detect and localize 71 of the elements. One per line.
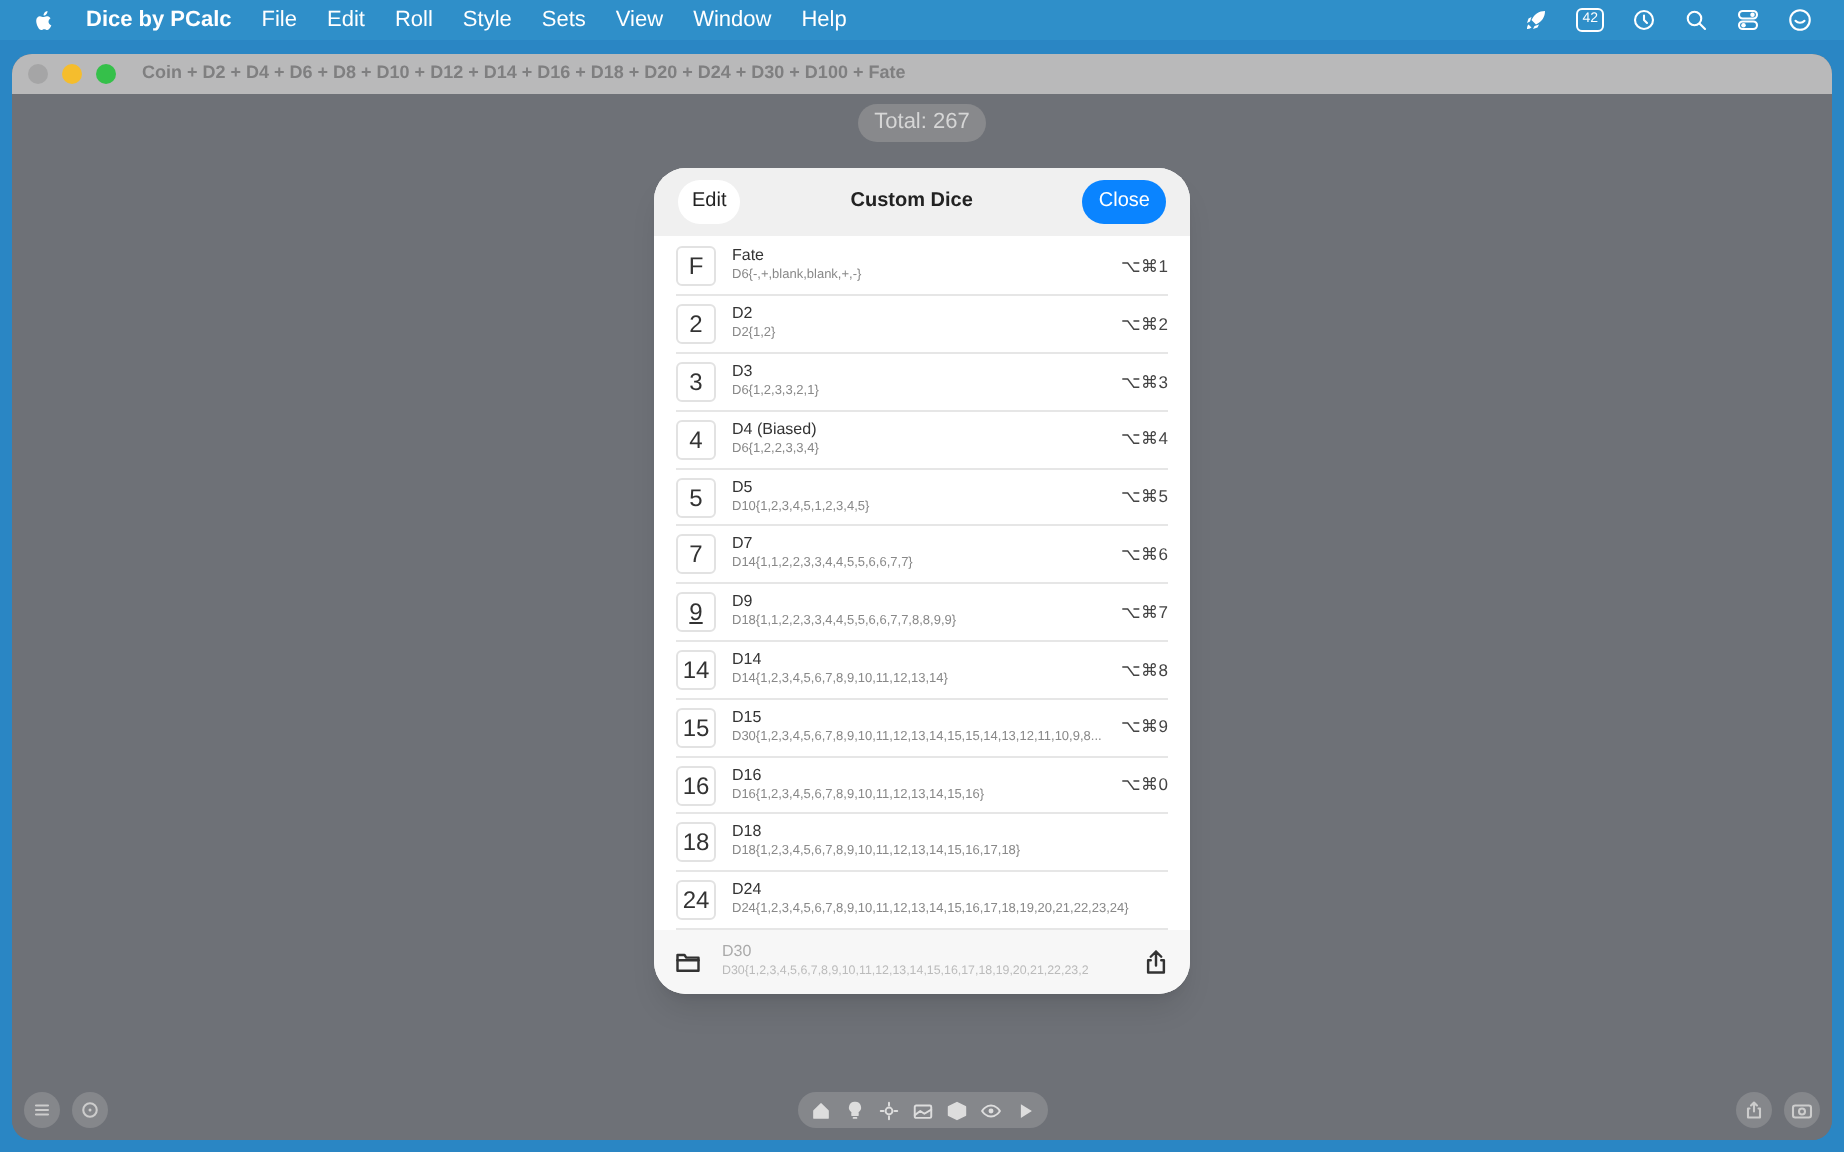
share-icon[interactable] — [1142, 948, 1170, 977]
dice-name: D3 — [732, 361, 755, 382]
dice-name: D9 — [732, 592, 755, 613]
dice-symbol: F — [676, 246, 716, 287]
bulb-icon[interactable] — [843, 1099, 865, 1121]
dice-symbol: 9 — [676, 592, 716, 633]
dice-symbol: 18 — [676, 822, 716, 863]
eye-icon[interactable] — [979, 1099, 1001, 1121]
dice-name: D30 — [722, 942, 754, 963]
window-title: Coin + D2 + D4 + D6 + D8 + D10 + D12 + D14 + D16 + D18 + D20 + D24 + D30 + D100 + Fate — [142, 60, 906, 87]
dice-symbol: 15 — [676, 707, 716, 748]
menu-item[interactable]: View — [615, 3, 664, 37]
dice-name: D7 — [732, 534, 755, 555]
sheet-title: Custom Dice — [850, 188, 973, 216]
dice-symbol: 24 — [676, 880, 716, 921]
menu-item[interactable]: Style — [462, 3, 512, 37]
dice-name: D24 — [732, 880, 764, 901]
menu-item[interactable]: Window — [693, 3, 772, 37]
sliders-icon — [30, 1098, 54, 1122]
shortcut-label: ⌥⌘0 — [1120, 772, 1168, 798]
shortcut-label: ⌥⌘8 — [1120, 657, 1168, 683]
dice-symbol: 3 — [676, 361, 716, 402]
share-icon — [1742, 1098, 1766, 1122]
app-name-menu[interactable]: Dice by PCalc — [86, 3, 232, 37]
shortcut-label: ⌥⌘2 — [1120, 311, 1168, 338]
dice-name: D16 — [732, 765, 764, 786]
dice-symbol: 5 — [676, 477, 716, 518]
sun-icon[interactable] — [877, 1099, 899, 1121]
camera-button[interactable] — [1784, 1092, 1820, 1128]
shortcut-label: ⌥⌘9 — [1120, 714, 1168, 741]
dice-name: D15 — [732, 707, 764, 728]
dice-name: D2 — [732, 304, 755, 325]
dice-symbol: 4 — [676, 419, 716, 460]
search-icon[interactable] — [1684, 8, 1708, 32]
dice-symbol: 2 — [676, 304, 716, 345]
smile-circle-icon[interactable] — [1788, 8, 1812, 32]
shortcut-label: ⌥⌘1 — [1120, 254, 1168, 280]
dice-symbol: 7 — [676, 534, 716, 575]
menu-item[interactable]: Sets — [541, 3, 586, 37]
dice-name: D18 — [732, 822, 764, 843]
menu-item[interactable]: Help — [801, 3, 847, 37]
total-label: Total: 267 — [858, 104, 986, 141]
shortcut-label: ⌥⌘7 — [1120, 599, 1168, 626]
menu-item[interactable]: File — [261, 3, 297, 37]
shortcut-label: ⌥⌘6 — [1120, 542, 1168, 568]
dice-symbol: 14 — [676, 649, 716, 690]
dice-name: D4 (Biased) — [732, 419, 819, 440]
menu-item[interactable]: Edit — [327, 3, 365, 37]
clock-icon[interactable] — [1632, 8, 1656, 32]
dice-button[interactable] — [72, 1092, 108, 1128]
folder-icon[interactable] — [674, 948, 702, 977]
shortcut-label: ⌥⌘5 — [1120, 484, 1168, 510]
home-icon[interactable] — [809, 1099, 831, 1121]
control-center-icon[interactable] — [1736, 8, 1760, 32]
rocket-icon[interactable] — [1524, 8, 1549, 32]
sliders-button[interactable] — [24, 1092, 60, 1128]
dice-name: D5 — [732, 477, 755, 498]
close-button[interactable]: Close — [1082, 179, 1166, 223]
dice-name: D14 — [732, 649, 764, 670]
dice-symbol: 16 — [676, 765, 716, 806]
shortcut-label: ⌥⌘3 — [1120, 369, 1168, 395]
landscape-icon[interactable] — [911, 1099, 933, 1121]
dice-name: Fate — [732, 246, 767, 267]
menu-item[interactable]: Roll — [394, 3, 433, 37]
shortcut-label: ⌥⌘4 — [1120, 426, 1168, 453]
apple-icon[interactable] — [32, 7, 56, 33]
cube-icon[interactable] — [945, 1099, 967, 1121]
share-button[interactable] — [1736, 1092, 1772, 1128]
camera-icon — [1790, 1098, 1814, 1122]
dice-icon — [78, 1098, 102, 1122]
edit-button[interactable]: Edit — [678, 179, 741, 223]
